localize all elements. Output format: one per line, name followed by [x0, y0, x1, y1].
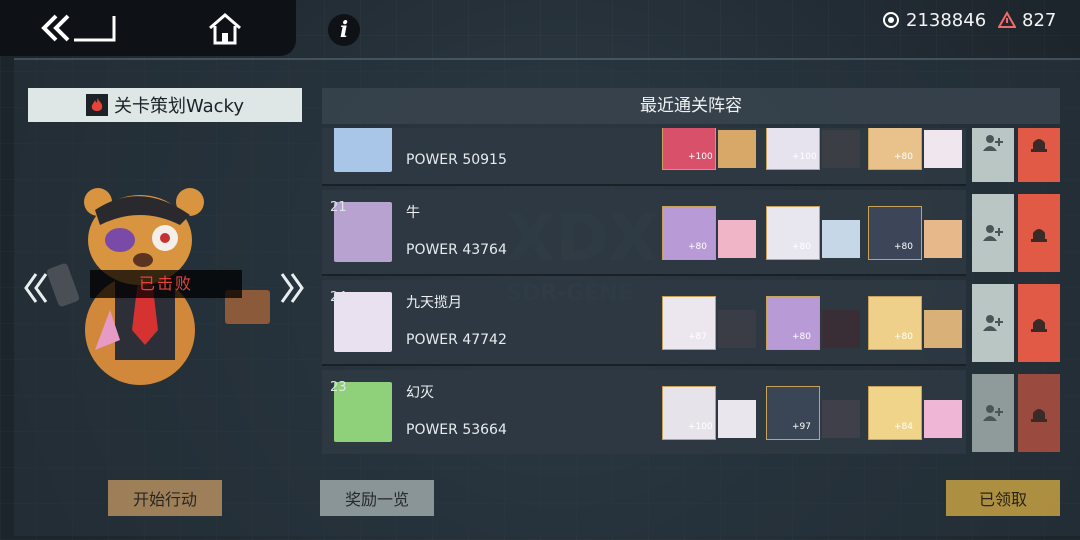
unit-portrait: [924, 130, 962, 168]
list-item[interactable]: POWER 50915 +100 +100 +80: [322, 128, 1062, 186]
chevron-right-icon: [280, 273, 304, 303]
unit-portrait: [924, 400, 962, 438]
add-friend-button[interactable]: [972, 128, 1014, 182]
team-slot[interactable]: +80: [766, 296, 866, 352]
home-icon: [209, 13, 241, 45]
player-power: POWER 50915: [406, 152, 507, 168]
unit-level: +100: [688, 152, 713, 162]
team-slot[interactable]: +80: [868, 128, 968, 172]
report-button[interactable]: [1018, 284, 1060, 362]
team-slot[interactable]: +84: [868, 386, 968, 442]
currency-primary: 2138846: [882, 8, 986, 32]
player-name: 九天揽月: [406, 295, 462, 311]
unit-level: +84: [894, 422, 913, 432]
unit-level: +80: [792, 242, 811, 252]
alarm-icon: [1031, 409, 1047, 422]
unit-portrait: [718, 400, 756, 438]
back-button[interactable]: [40, 12, 118, 44]
unit-level: +97: [792, 422, 811, 432]
player-name: 幻灭: [406, 385, 434, 401]
currency-primary-value: 2138846: [906, 9, 987, 31]
stage-title-text: 关卡策划Wacky: [113, 96, 244, 117]
defeated-status: 已击败: [90, 270, 242, 298]
chevron-left-icon: [24, 273, 48, 303]
rewards-list-button[interactable]: 奖励一览: [320, 480, 434, 516]
unit-portrait: [662, 128, 716, 170]
add-user-icon: [983, 225, 1003, 241]
unit-level: +87: [688, 332, 707, 342]
alarm-icon: [1031, 319, 1047, 332]
unit-portrait: [822, 400, 860, 438]
list-item[interactable]: 24 九天揽月 POWER 47742 +87 +80 +80: [322, 280, 1062, 366]
player-avatar[interactable]: [334, 128, 392, 172]
report-button[interactable]: [1018, 128, 1060, 182]
claimed-button[interactable]: 已领取: [946, 480, 1060, 516]
team-slot[interactable]: +80: [662, 206, 762, 262]
alarm-icon: [1031, 229, 1047, 242]
unit-portrait: [822, 130, 860, 168]
alarm-icon: [1031, 139, 1047, 152]
unit-portrait: [822, 220, 860, 258]
team-slot[interactable]: +100: [662, 386, 762, 442]
currency-secondary: 827: [998, 8, 1056, 32]
stage-title: 关卡策划Wacky: [28, 88, 302, 122]
unit-level: +80: [792, 332, 811, 342]
gear-currency-icon: [883, 12, 899, 28]
team-slot[interactable]: +87: [662, 296, 762, 352]
add-user-icon: [983, 315, 1003, 331]
team-slot[interactable]: +100: [662, 128, 762, 172]
unit-level: +80: [894, 332, 913, 342]
list-item[interactable]: 23 幻灭 POWER 53664 +100 +97 +84: [322, 370, 1062, 454]
start-action-button[interactable]: 开始行动: [108, 480, 222, 516]
add-user-icon: [983, 135, 1003, 151]
add-friend-button[interactable]: [972, 194, 1014, 272]
unit-level: +80: [688, 242, 707, 252]
recent-clears-list[interactable]: POWER 50915 +100 +100 +80 21 牛 POWER 437…: [322, 128, 1062, 454]
team-slot[interactable]: +100: [766, 128, 866, 172]
team-slot[interactable]: +80: [868, 206, 968, 262]
unit-portrait: [924, 220, 962, 258]
team-slot[interactable]: +97: [766, 386, 866, 442]
recent-clears-header: 最近通关阵容: [322, 88, 1060, 124]
unit-portrait: [766, 128, 820, 170]
unit-portrait: [718, 310, 756, 348]
unit-level: +80: [894, 242, 913, 252]
player-name: 牛: [406, 205, 420, 221]
player-power: POWER 47742: [406, 332, 507, 348]
info-button[interactable]: i: [328, 14, 360, 46]
list-item[interactable]: 21 牛 POWER 43764 +80 +80 +80: [322, 190, 1062, 276]
unit-portrait: [924, 310, 962, 348]
team-slot[interactable]: +80: [868, 296, 968, 352]
unit-portrait: [822, 310, 860, 348]
add-user-icon: [983, 405, 1003, 421]
player-power: POWER 53664: [406, 422, 507, 438]
next-stage-button[interactable]: [276, 268, 306, 315]
unit-portrait: [868, 128, 922, 170]
unit-level: +100: [688, 422, 713, 432]
report-button[interactable]: [1018, 374, 1060, 452]
fire-icon: [85, 94, 108, 116]
player-rank: 23: [330, 380, 347, 395]
player-power: POWER 43764: [406, 242, 507, 258]
back-arrow-icon: [41, 14, 116, 42]
home-button[interactable]: [206, 12, 244, 46]
unit-portrait: [718, 130, 756, 168]
currency-secondary-value: 827: [1022, 9, 1057, 31]
warning-triangle-icon: [998, 11, 1016, 28]
unit-portrait: [718, 220, 756, 258]
report-button[interactable]: [1018, 194, 1060, 272]
unit-level: +100: [792, 152, 817, 162]
unit-level: +80: [894, 152, 913, 162]
team-slot[interactable]: +80: [766, 206, 866, 262]
player-rank: 24: [330, 290, 347, 305]
prev-stage-button[interactable]: [22, 268, 52, 315]
player-rank: 21: [330, 200, 347, 215]
add-friend-button[interactable]: [972, 284, 1014, 362]
add-friend-button[interactable]: [972, 374, 1014, 452]
top-nav-bar: [0, 0, 296, 56]
